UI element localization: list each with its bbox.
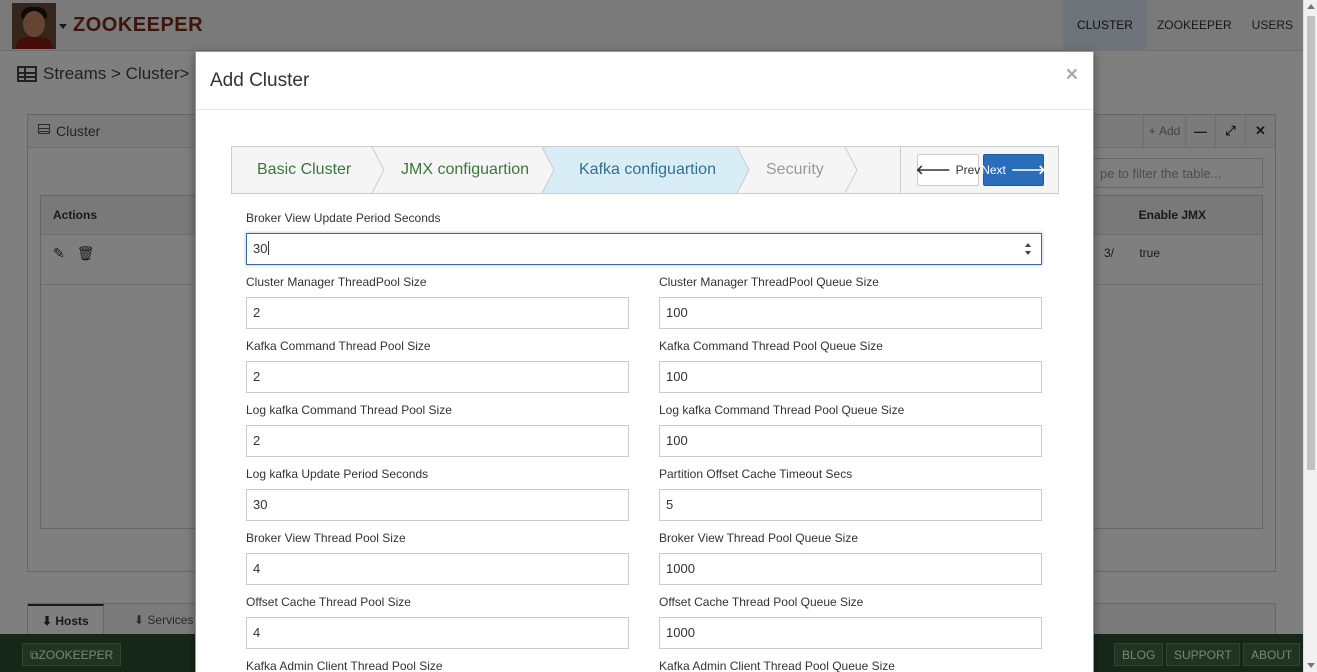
modal-title: Add Cluster bbox=[210, 70, 310, 91]
field-label: Cluster Manager ThreadPool Queue Size bbox=[659, 275, 879, 289]
field-cm-pool-size: Cluster Manager ThreadPool Size 2 bbox=[246, 274, 629, 329]
field-oc-pool-queue: Offset Cache Thread Pool Queue Size 1000 bbox=[659, 594, 1042, 649]
scrollbar-thumb[interactable] bbox=[1307, 16, 1315, 470]
field-label: Log kafka Command Thread Pool Size bbox=[246, 403, 452, 417]
lkc-pool-size-input[interactable]: 2 bbox=[246, 425, 629, 457]
field-lkc-pool-queue: Log kafka Command Thread Pool Queue Size… bbox=[659, 402, 1042, 457]
wizard-buttons: 🡐 Prev Next 🡒 bbox=[900, 147, 1058, 193]
field-label: Broker View Update Period Seconds bbox=[246, 211, 441, 225]
broker-view-update-input[interactable]: 30 bbox=[246, 233, 1042, 265]
field-lkc-pool-size: Log kafka Command Thread Pool Size 2 bbox=[246, 402, 629, 457]
poc-timeout-input[interactable]: 5 bbox=[659, 489, 1042, 521]
cm-pool-queue-input[interactable]: 100 bbox=[659, 297, 1042, 329]
modal-header: Add Cluster × bbox=[196, 52, 1093, 110]
field-bv-pool-size: Broker View Thread Pool Size 4 bbox=[246, 530, 629, 585]
field-label: Kafka Admin Client Thread Pool Size bbox=[246, 659, 443, 672]
wizard-steps: Basic Cluster JMX configuartion Kafka co… bbox=[231, 146, 1059, 194]
scroll-up-icon[interactable] bbox=[1307, 4, 1315, 9]
arrow-right-icon: 🡒 bbox=[1010, 162, 1046, 177]
field-label: Kafka Command Thread Pool Size bbox=[246, 339, 431, 353]
field-lk-update: Log kafka Update Period Seconds 30 bbox=[246, 466, 629, 521]
field-label: Kafka Admin Client Thread Pool Queue Siz… bbox=[659, 659, 895, 672]
lkc-pool-queue-input[interactable]: 100 bbox=[659, 425, 1042, 457]
field-poc-timeout: Partition Offset Cache Timeout Secs 5 bbox=[659, 466, 1042, 521]
field-label: Broker View Thread Pool Size bbox=[246, 531, 406, 545]
field-label: Log kafka Command Thread Pool Queue Size bbox=[659, 403, 905, 417]
field-oc-pool-size: Offset Cache Thread Pool Size 4 bbox=[246, 594, 629, 649]
field-kac-pool-queue: Kafka Admin Client Thread Pool Queue Siz… bbox=[659, 658, 1042, 672]
close-icon[interactable]: × bbox=[1066, 64, 1078, 85]
step-jmx-configuration[interactable]: JMX configuartion bbox=[401, 147, 529, 193]
step-basic-cluster[interactable]: Basic Cluster bbox=[257, 147, 351, 193]
field-label: Broker View Thread Pool Queue Size bbox=[659, 531, 859, 545]
step-kafka-configuration[interactable]: Kafka configuartion bbox=[579, 147, 716, 193]
next-button[interactable]: Next 🡒 bbox=[981, 154, 1046, 186]
prev-button[interactable]: 🡐 Prev bbox=[915, 154, 980, 186]
add-cluster-modal: Add Cluster × Basic Cluster JMX configua… bbox=[195, 51, 1094, 672]
kc-pool-size-input[interactable]: 2 bbox=[246, 361, 629, 393]
number-spinner-icon[interactable] bbox=[1025, 243, 1032, 255]
field-label: Kafka Command Thread Pool Queue Size bbox=[659, 339, 883, 353]
field-kc-pool-queue: Kafka Command Thread Pool Queue Size 100 bbox=[659, 338, 1042, 393]
field-label: Log kafka Update Period Seconds bbox=[246, 467, 429, 481]
arrow-left-icon: 🡐 bbox=[915, 162, 951, 177]
step-separator bbox=[844, 147, 858, 193]
oc-pool-size-input[interactable]: 4 bbox=[246, 617, 629, 649]
field-bv-pool-queue: Broker View Thread Pool Queue Size 1000 bbox=[659, 530, 1042, 585]
bv-pool-queue-input[interactable]: 1000 bbox=[659, 553, 1042, 585]
page-scrollbar[interactable] bbox=[1303, 0, 1317, 672]
bv-pool-size-input[interactable]: 4 bbox=[246, 553, 629, 585]
field-cm-pool-queue: Cluster Manager ThreadPool Queue Size 10… bbox=[659, 274, 1042, 329]
kc-pool-queue-input[interactable]: 100 bbox=[659, 361, 1042, 393]
step-security[interactable]: Security bbox=[766, 147, 824, 193]
field-label: Cluster Manager ThreadPool Size bbox=[246, 275, 427, 289]
scroll-down-icon[interactable] bbox=[1307, 663, 1315, 668]
cm-pool-size-input[interactable]: 2 bbox=[246, 297, 629, 329]
field-broker-view-update: Broker View Update Period Seconds 30 bbox=[246, 210, 1042, 265]
oc-pool-queue-input[interactable]: 1000 bbox=[659, 617, 1042, 649]
field-label: Offset Cache Thread Pool Size bbox=[246, 595, 411, 609]
lk-update-input[interactable]: 30 bbox=[246, 489, 629, 521]
field-label: Offset Cache Thread Pool Queue Size bbox=[659, 595, 864, 609]
step-separator bbox=[371, 147, 385, 193]
field-label: Partition Offset Cache Timeout Secs bbox=[659, 467, 853, 481]
field-kac-pool-size: Kafka Admin Client Thread Pool Size bbox=[246, 658, 629, 672]
field-kc-pool-size: Kafka Command Thread Pool Size 2 bbox=[246, 338, 629, 393]
